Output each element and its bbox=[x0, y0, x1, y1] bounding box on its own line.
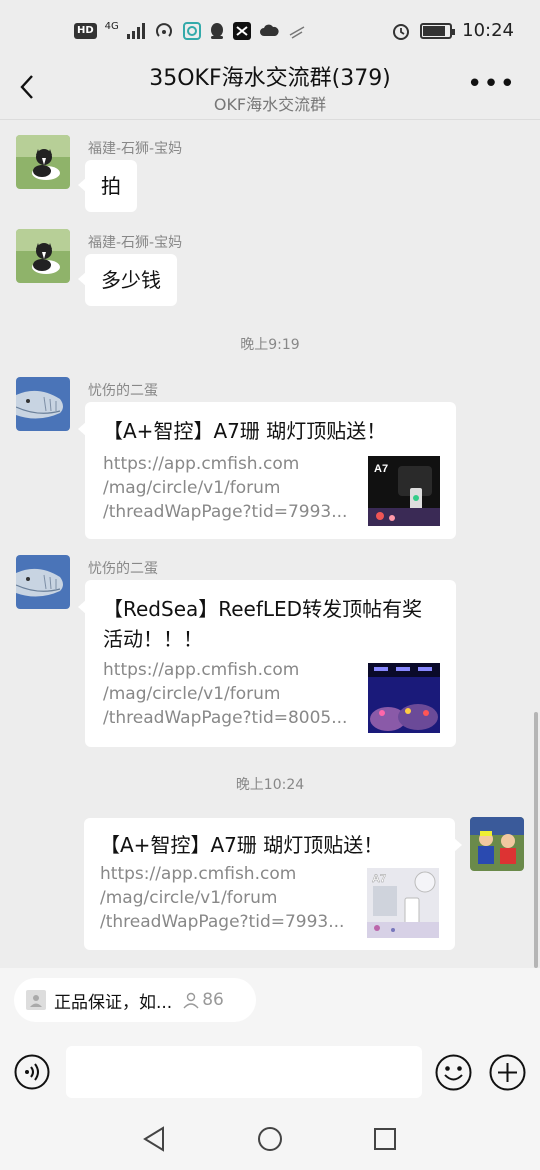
sender-name: 福建-石狮-宝妈 bbox=[88, 141, 183, 157]
link-card[interactable]: 【A+智控】A7珊 瑚灯顶贴送！ https://app.cmfish.com … bbox=[84, 818, 462, 950]
link-card[interactable]: 【RedSea】ReefLED转发顶帖有奖活动！！！ https://app.c… bbox=[78, 580, 456, 747]
notice-user-icon bbox=[26, 990, 46, 1010]
person-icon bbox=[183, 992, 199, 1009]
kids-avatar-image bbox=[470, 817, 524, 871]
avatar[interactable] bbox=[16, 555, 70, 609]
thumbnail-label: A7 bbox=[372, 873, 386, 885]
dog-avatar-image bbox=[16, 135, 70, 189]
fish-avatar-image bbox=[16, 555, 70, 609]
chat-title: 35OKF海水交流群(379) bbox=[149, 66, 391, 91]
nav-back-icon[interactable] bbox=[142, 1126, 168, 1152]
more-options-icon[interactable]: ••• bbox=[467, 71, 516, 97]
avatar[interactable] bbox=[16, 135, 70, 189]
signal-icon bbox=[126, 23, 145, 39]
link-card[interactable]: 【A+智控】A7珊 瑚灯顶贴送！ https://app.cmfish.com … bbox=[78, 402, 456, 539]
link-thumbnail bbox=[368, 663, 440, 733]
notice-text: 正品保证，如... bbox=[54, 992, 173, 1013]
system-nav-bar bbox=[0, 1108, 540, 1170]
avatar[interactable] bbox=[16, 229, 70, 283]
timestamp: 晚上10:24 bbox=[235, 777, 305, 793]
my-avatar[interactable] bbox=[470, 817, 524, 871]
emoji-icon[interactable] bbox=[435, 1054, 472, 1091]
message-bubble[interactable]: 拍 bbox=[78, 160, 137, 212]
sender-name: 忧伤的二蛋 bbox=[88, 383, 158, 399]
message-bubble[interactable]: 多少钱 bbox=[78, 254, 177, 306]
link-thumbnail: A7 bbox=[368, 456, 440, 526]
a7-product-image: A7 bbox=[367, 868, 439, 938]
link-title: 【A+智控】A7珊 瑚灯顶贴送！ bbox=[103, 419, 387, 443]
header-divider bbox=[0, 119, 540, 120]
chat-subtitle: OKF海水交流群 bbox=[213, 95, 327, 114]
clock: 10:24 bbox=[462, 20, 514, 41]
sender-name: 福建-石狮-宝妈 bbox=[88, 235, 183, 251]
weather-icon bbox=[289, 26, 305, 39]
fish-avatar-image bbox=[16, 377, 70, 431]
chat-header: 35OKF海水交流群(379) OKF海水交流群 ••• bbox=[0, 54, 540, 120]
notice-count: 86 bbox=[182, 990, 224, 1010]
battery-icon bbox=[420, 22, 456, 39]
hd-icon: HD bbox=[74, 23, 97, 39]
dog-avatar-image bbox=[16, 229, 70, 283]
scrollbar[interactable] bbox=[534, 712, 538, 968]
link-title: 【RedSea】ReefLED转发顶帖有奖活动！！！ bbox=[103, 597, 423, 651]
nav-home-icon[interactable] bbox=[257, 1126, 283, 1152]
app-icon bbox=[182, 22, 201, 40]
link-title: 【A+智控】A7珊 瑚灯顶贴送！ bbox=[100, 833, 384, 857]
qq-icon bbox=[210, 23, 223, 39]
thumbnail-label: A7 bbox=[374, 463, 388, 475]
plus-icon[interactable] bbox=[489, 1054, 526, 1091]
a7-product-image: A7 bbox=[368, 456, 440, 526]
link-thumbnail: A7 bbox=[367, 868, 439, 938]
nav-recent-apps-icon[interactable] bbox=[372, 1126, 398, 1152]
network-type-icon: 4G bbox=[104, 21, 119, 32]
link-description: https://app.cmfish.com /mag/circle/v1/fo… bbox=[103, 660, 348, 728]
avatar[interactable] bbox=[16, 377, 70, 431]
hotspot-icon bbox=[155, 23, 172, 37]
cloud-icon bbox=[259, 24, 279, 36]
alarm-icon bbox=[393, 23, 410, 40]
notice-count-value: 86 bbox=[202, 990, 224, 1010]
reef-tank-image bbox=[368, 663, 440, 733]
message-input[interactable] bbox=[66, 1046, 422, 1098]
sender-name: 忧伤的二蛋 bbox=[88, 561, 158, 577]
link-description: https://app.cmfish.com /mag/circle/v1/fo… bbox=[103, 454, 348, 522]
battery-fill bbox=[423, 25, 446, 36]
voice-input-icon[interactable] bbox=[14, 1054, 50, 1090]
link-description: https://app.cmfish.com /mag/circle/v1/fo… bbox=[100, 864, 345, 932]
timestamp: 晚上9:19 bbox=[240, 337, 300, 353]
group-notice-chip[interactable]: 正品保证，如... 86 bbox=[14, 978, 256, 1022]
capcut-icon bbox=[232, 22, 251, 40]
